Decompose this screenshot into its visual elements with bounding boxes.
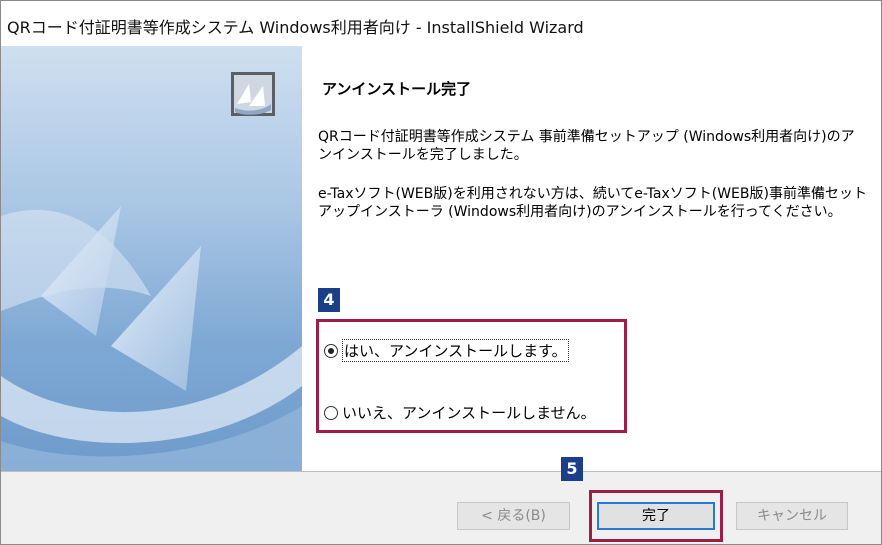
installshield-logo-icon — [231, 72, 275, 116]
next-step-message: e-Taxソフト(WEB版)を利用されない方は、続いてe-Taxソフト(WEB版… — [318, 186, 867, 220]
radio-button-unselected[interactable] — [324, 405, 338, 420]
wizard-banner — [1, 46, 302, 471]
back-button[interactable]: < 戻る(B) — [457, 502, 570, 530]
page-heading: アンインストール完了 — [322, 80, 472, 98]
cancel-button[interactable]: キャンセル — [736, 502, 848, 530]
radio-uninstall-no[interactable]: いいえ、アンインストールしません。 — [324, 402, 596, 423]
title-bar[interactable]: QRコード付証明書等作成システム Windows利用者向け - InstallS… — [1, 1, 881, 45]
finish-button[interactable]: 完了 — [597, 502, 715, 530]
completion-message: QRコード付証明書等作成システム 事前準備セットアップ (Windows利用者向… — [318, 129, 855, 163]
radio-label-yes: はい、アンインストールします。 — [342, 339, 569, 362]
step-5-badge: 5 — [561, 457, 583, 481]
radio-label-no: いいえ、アンインストールしません。 — [342, 404, 596, 422]
window-title: QRコード付証明書等作成システム Windows利用者向け - InstallS… — [7, 18, 584, 37]
wizard-footer: 5 < 戻る(B) 完了 キャンセル — [1, 457, 881, 544]
step-4-badge: 4 — [318, 288, 340, 312]
radio-uninstall-yes[interactable]: はい、アンインストールします。 — [324, 339, 569, 362]
installshield-wizard-window: QRコード付証明書等作成システム Windows利用者向け - InstallS… — [0, 0, 882, 545]
wizard-content: アンインストール完了 QRコード付証明書等作成システム 事前準備セットアップ (… — [302, 46, 881, 471]
radio-button-selected[interactable] — [324, 343, 338, 358]
